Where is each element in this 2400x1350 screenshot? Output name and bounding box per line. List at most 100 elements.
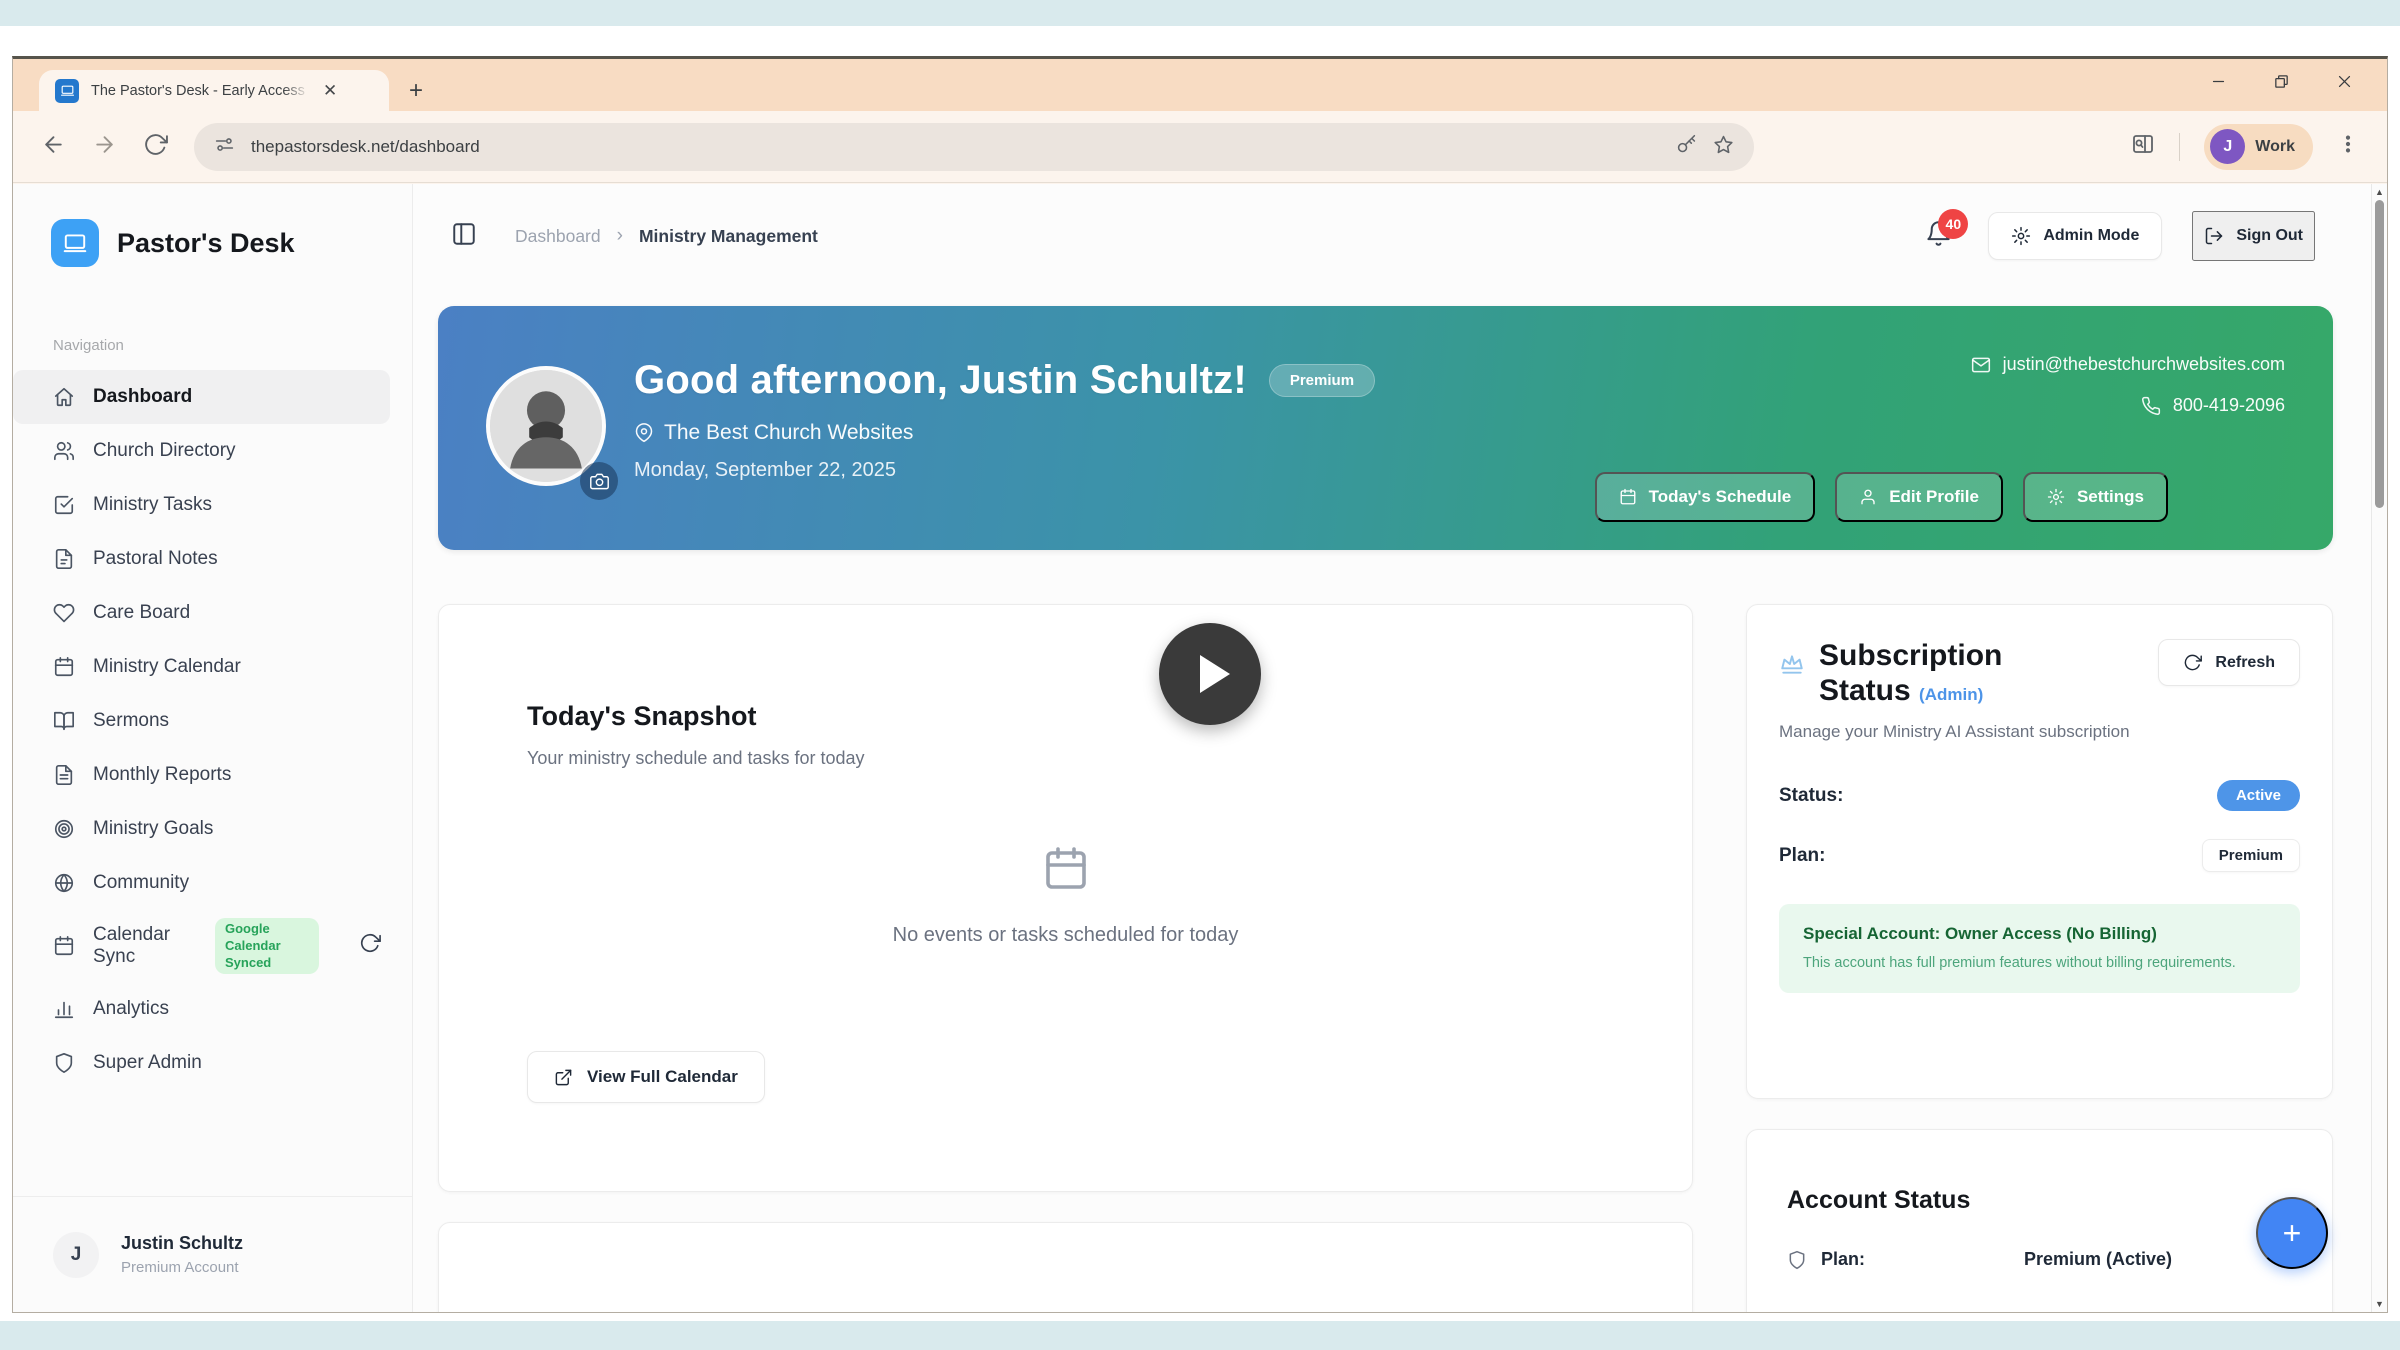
crown-icon <box>1779 651 1805 682</box>
sidebar-item-sermons[interactable]: Sermons <box>13 694 390 748</box>
file-icon <box>53 548 75 570</box>
settings-button[interactable]: Settings <box>2023 472 2168 522</box>
sidebar-item-ministry-tasks[interactable]: Ministry Tasks <box>13 478 390 532</box>
google-calendar-synced-badge: Google Calendar Synced <box>215 918 319 974</box>
sidebar-item-ministry-goals[interactable]: Ministry Goals <box>13 802 390 856</box>
special-account-description: This account has full premium features w… <box>1803 953 2276 973</box>
tab-title: The Pastor's Desk - Early Access <box>91 83 309 99</box>
profile-label: Work <box>2255 138 2295 156</box>
sidebar-item-analytics[interactable]: Analytics <box>13 982 390 1036</box>
admin-mode-button[interactable]: Admin Mode <box>1988 212 2162 260</box>
sidebar-item-community[interactable]: Community <box>13 856 390 910</box>
snapshot-title: Today's Snapshot <box>527 701 1604 732</box>
site-settings-icon[interactable] <box>214 134 235 160</box>
snapshot-subtitle: Your ministry schedule and tasks for tod… <box>527 748 1604 769</box>
sign-out-button[interactable]: Sign Out <box>2192 211 2315 261</box>
breadcrumb-current: Ministry Management <box>639 226 818 247</box>
gear-icon <box>2011 226 2031 246</box>
sidebar-item-church-directory[interactable]: Church Directory <box>13 424 390 478</box>
breadcrumb-separator: › <box>617 225 623 247</box>
notifications-button[interactable]: 40 <box>1925 220 1952 252</box>
calendar-icon <box>53 935 75 957</box>
laptop-logo-icon <box>51 219 99 267</box>
app-logo: Pastor's Desk <box>51 219 412 267</box>
breadcrumb-root[interactable]: Dashboard <box>515 226 601 247</box>
sidebar-item-pastoral-notes[interactable]: Pastoral Notes <box>13 532 390 586</box>
globe-icon <box>53 872 75 894</box>
premium-badge: Premium <box>1269 364 1375 397</box>
sidebar: Pastor's Desk Navigation Dashboard Churc… <box>13 184 413 1312</box>
heart-icon <box>53 602 75 624</box>
sidebar-item-super-admin[interactable]: Super Admin <box>13 1036 390 1090</box>
tab-favicon-icon <box>55 79 79 103</box>
todays-schedule-button[interactable]: Today's Schedule <box>1595 472 1816 522</box>
account-status-title: Account Status <box>1787 1186 2292 1215</box>
browser-menu-icon[interactable] <box>2337 133 2359 160</box>
main-content: Dashboard › Ministry Management 40 Admin… <box>413 184 2371 1312</box>
refresh-button[interactable]: Refresh <box>2158 639 2300 686</box>
view-full-calendar-button[interactable]: View Full Calendar <box>527 1051 765 1103</box>
profile-avatar: J <box>2210 129 2245 164</box>
user-plan: Premium Account <box>121 1259 243 1276</box>
scroll-up-arrow-icon[interactable]: ▲ <box>2372 187 2387 197</box>
sidebar-item-ministry-calendar[interactable]: Ministry Calendar <box>13 640 390 694</box>
tab-close-icon[interactable]: ✕ <box>321 80 339 101</box>
close-button[interactable] <box>2336 73 2353 95</box>
back-button[interactable] <box>41 132 66 162</box>
new-tab-button[interactable]: + <box>409 79 423 103</box>
next-section-card <box>438 1222 1693 1312</box>
scroll-down-arrow-icon[interactable]: ▼ <box>2372 1299 2387 1309</box>
address-bar[interactable]: thepastorsdesk.net/dashboard <box>194 123 1754 171</box>
sidebar-item-care-board[interactable]: Care Board <box>13 586 390 640</box>
sidebar-item-dashboard[interactable]: Dashboard <box>13 370 390 424</box>
user-phone: 800-419-2096 <box>2173 395 2285 416</box>
scrollbar-thumb[interactable] <box>2375 200 2384 508</box>
browser-tab[interactable]: The Pastor's Desk - Early Access ✕ <box>39 70 389 111</box>
greeting-banner: Good afternoon, Justin Schultz! Premium … <box>438 306 2333 550</box>
subscription-title: Subscription Status (Admin) <box>1819 639 2069 708</box>
sync-refresh-icon[interactable] <box>359 932 381 960</box>
user-name: Justin Schultz <box>121 1233 243 1254</box>
side-panel-search-icon[interactable] <box>2131 132 2155 161</box>
notification-count-badge: 40 <box>1938 209 1968 239</box>
restore-button[interactable] <box>2273 73 2290 95</box>
change-photo-button[interactable] <box>580 462 618 500</box>
add-fab-button[interactable]: + <box>2256 1197 2328 1269</box>
sidebar-toggle-icon[interactable] <box>451 221 477 252</box>
app-name: Pastor's Desk <box>117 228 295 259</box>
status-label: Status: <box>1779 785 1843 807</box>
user-avatar: J <box>53 1232 99 1278</box>
bar-chart-icon <box>53 998 75 1020</box>
breadcrumb: Dashboard › Ministry Management <box>515 225 818 247</box>
user-email: justin@thebestchurchwebsites.com <box>2003 354 2285 375</box>
calendar-icon <box>53 656 75 678</box>
browser-profile-chip[interactable]: J Work <box>2204 124 2313 170</box>
reload-button[interactable] <box>143 132 168 162</box>
edit-profile-button[interactable]: Edit Profile <box>1835 472 2003 522</box>
desktop-background-top <box>0 0 2400 26</box>
video-play-button[interactable] <box>1159 623 1261 725</box>
plan-badge: Premium <box>2202 839 2300 872</box>
account-status-card: Account Status Plan: Premium (Active) <box>1746 1129 2333 1312</box>
current-date: Monday, September 22, 2025 <box>634 459 1375 482</box>
password-key-icon[interactable] <box>1676 134 1697 160</box>
person-icon <box>1859 488 1877 506</box>
calendar-icon <box>1042 845 1090 893</box>
plan-label: Plan: <box>1779 845 1825 867</box>
sidebar-user[interactable]: J Justin Schultz Premium Account <box>13 1196 412 1312</box>
snapshot-empty-state: No events or tasks scheduled for today <box>439 845 1692 947</box>
minimize-button[interactable] <box>2210 73 2227 95</box>
special-account-notice: Special Account: Owner Access (No Billin… <box>1779 904 2300 993</box>
external-link-icon <box>554 1068 573 1087</box>
calendar-icon <box>1619 488 1637 506</box>
page-scrollbar[interactable]: ▲ ▼ <box>2371 184 2387 1312</box>
page-header: Dashboard › Ministry Management 40 Admin… <box>451 204 2315 268</box>
sidebar-item-calendar-sync[interactable]: Calendar Sync Google Calendar Synced <box>13 910 390 982</box>
sidebar-item-monthly-reports[interactable]: Monthly Reports <box>13 748 390 802</box>
forward-button[interactable] <box>92 132 117 162</box>
subscription-description: Manage your Ministry AI Assistant subscr… <box>1779 722 2300 742</box>
bookmark-star-icon[interactable] <box>1713 134 1734 160</box>
toolbar-divider <box>2179 133 2180 161</box>
camera-icon <box>590 472 609 491</box>
location-pin-icon <box>634 423 654 443</box>
